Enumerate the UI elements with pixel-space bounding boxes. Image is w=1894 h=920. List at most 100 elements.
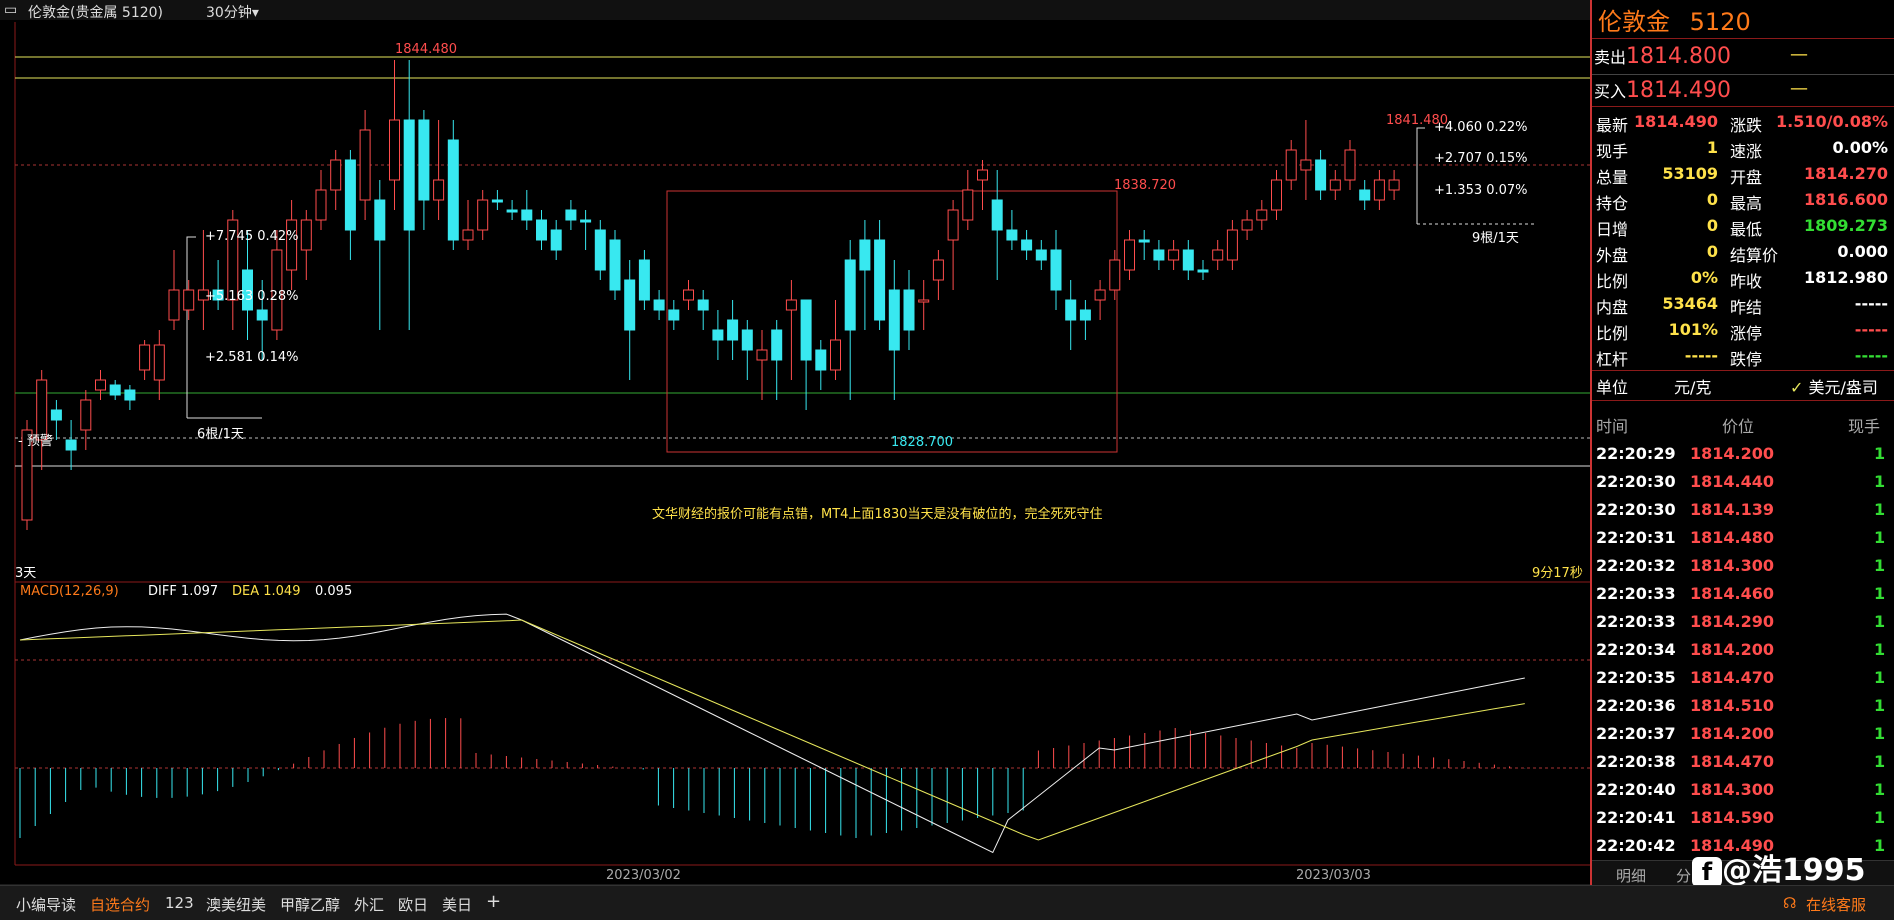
stat-value: 101% bbox=[1668, 320, 1718, 339]
tab-detail[interactable]: 明细 bbox=[1616, 865, 1646, 886]
candle-body bbox=[991, 199, 1003, 231]
candle-body bbox=[315, 189, 327, 221]
measure-box-right bbox=[1416, 127, 1425, 224]
candle-body bbox=[1271, 179, 1282, 211]
candle-body bbox=[638, 259, 650, 301]
stat-value: 1809.273 bbox=[1803, 216, 1888, 235]
window-icon[interactable]: ▭ bbox=[4, 2, 17, 18]
ticks-header-vol: 现手 bbox=[1848, 417, 1881, 436]
candle-body bbox=[712, 329, 724, 341]
tick-volume: 1 bbox=[1874, 444, 1886, 463]
period-selector[interactable]: 30分钟▾ bbox=[206, 2, 259, 22]
tick-time: 22:20:34 bbox=[1596, 640, 1676, 659]
stats-row: 日增 0 最低 1809.273 bbox=[1592, 212, 1894, 239]
stat-value: 0 bbox=[1706, 216, 1718, 235]
tick-row: 22:20:30 1814.139 1 bbox=[1592, 496, 1894, 522]
candle-body bbox=[256, 309, 268, 321]
price-chart[interactable] bbox=[0, 0, 1590, 885]
measure-right-3: +1.353 0.07% bbox=[1434, 183, 1528, 198]
candle-body bbox=[1388, 179, 1400, 191]
candle-body bbox=[785, 299, 797, 311]
candle-body bbox=[462, 229, 474, 241]
ticks-header-time: 时间 bbox=[1596, 417, 1629, 436]
tick-row: 22:20:40 1814.300 1 bbox=[1592, 776, 1894, 802]
tick-row: 22:20:32 1814.300 1 bbox=[1592, 552, 1894, 578]
add-tab-button[interactable]: + bbox=[486, 891, 501, 912]
tab-methanol[interactable]: 甲醇乙醇 bbox=[280, 894, 340, 915]
tick-row: 22:20:33 1814.460 1 bbox=[1592, 580, 1894, 606]
stat-value: 1 bbox=[1706, 138, 1718, 157]
candle-body bbox=[1256, 209, 1268, 221]
macd-diff: DIFF 1.097 bbox=[148, 584, 219, 599]
tick-row: 22:20:33 1814.290 1 bbox=[1592, 608, 1894, 634]
tick-row: 22:20:41 1814.590 1 bbox=[1592, 804, 1894, 830]
tick-price: 1814.440 bbox=[1690, 472, 1775, 491]
candle-body bbox=[536, 219, 547, 241]
macd-dea-line bbox=[19, 619, 1525, 841]
candle-body bbox=[624, 279, 636, 331]
candle-body bbox=[95, 379, 106, 391]
tab-123[interactable]: 123 bbox=[165, 894, 194, 912]
tick-time: 22:20:37 bbox=[1596, 724, 1676, 743]
facebook-icon: f bbox=[1692, 856, 1722, 887]
date-tick-1: 2023/03/02 bbox=[606, 868, 681, 883]
candle-body bbox=[1138, 239, 1150, 243]
tick-price: 1814.470 bbox=[1690, 668, 1775, 687]
unit-option[interactable]: ✓ 美元/盎司 bbox=[1790, 374, 1878, 398]
candle-body bbox=[330, 159, 342, 191]
chart-annotation: 文华财经的报价可能有点错，MT4上面1830当天是没有破位的，完全死死守住 bbox=[652, 507, 1103, 522]
tab-forex[interactable]: 外汇 bbox=[354, 894, 384, 915]
candle-body bbox=[668, 309, 680, 321]
unit-value[interactable]: 元/克 bbox=[1674, 374, 1711, 398]
candle-body bbox=[1124, 239, 1135, 271]
stats-row: 最新 1814.490 涨跌 1.510/0.08% bbox=[1592, 108, 1894, 135]
tick-time: 22:20:33 bbox=[1596, 584, 1676, 603]
candle-body bbox=[300, 219, 312, 251]
stat-value: 1.510/0.08% bbox=[1776, 112, 1888, 131]
candle-body bbox=[1300, 159, 1312, 171]
candle-body bbox=[1182, 249, 1194, 271]
online-service-link[interactable]: 在线客服 bbox=[1806, 894, 1866, 915]
measure-right-1: +4.060 0.22% bbox=[1434, 120, 1528, 135]
sell-row[interactable]: 卖出1814.800 bbox=[1594, 44, 1731, 69]
stat-value: 1814.490 bbox=[1633, 112, 1718, 131]
candle-body bbox=[918, 299, 930, 303]
stat-label: 日增 bbox=[1596, 220, 1629, 239]
tick-volume: 1 bbox=[1874, 808, 1886, 827]
tick-time: 22:20:41 bbox=[1596, 808, 1676, 827]
ticks-header-price: 价位 bbox=[1722, 417, 1755, 436]
tick-price: 1814.200 bbox=[1690, 724, 1775, 743]
stat-label: 最新 bbox=[1596, 116, 1629, 135]
unit-label: 单位 bbox=[1596, 378, 1629, 397]
candle-body bbox=[1315, 159, 1327, 191]
tab-usd-jpy[interactable]: 美日 bbox=[442, 894, 472, 915]
candle-body bbox=[1285, 149, 1297, 181]
stat-label: 现手 bbox=[1596, 142, 1629, 161]
macd-name[interactable]: MACD(12,26,9) bbox=[20, 584, 119, 599]
stat-value: ----- bbox=[1854, 346, 1888, 365]
buy-row[interactable]: 买入1814.490 bbox=[1594, 78, 1731, 103]
tab-editor-guide[interactable]: 小编导读 bbox=[16, 894, 76, 915]
stat-value: 1814.270 bbox=[1803, 164, 1888, 183]
tick-volume: 1 bbox=[1874, 836, 1886, 855]
candle-body bbox=[1094, 289, 1106, 301]
tick-price: 1814.510 bbox=[1690, 696, 1775, 715]
candle-body bbox=[609, 239, 621, 291]
stat-label: 昨结 bbox=[1730, 298, 1763, 317]
tick-time: 22:20:31 bbox=[1596, 528, 1676, 547]
candle-body bbox=[844, 259, 856, 331]
macd-histogram bbox=[19, 718, 1526, 838]
candle-body bbox=[1021, 239, 1033, 251]
tick-time: 22:20:33 bbox=[1596, 612, 1676, 631]
candle-body bbox=[1153, 249, 1165, 261]
alert-label[interactable]: - 预警 bbox=[18, 430, 53, 449]
candle-body bbox=[65, 439, 77, 451]
headset-icon[interactable]: ☊ bbox=[1783, 894, 1796, 912]
tab-aud-nzd[interactable]: 澳美纽美 bbox=[206, 894, 266, 915]
tab-watchlist[interactable]: 自选合约 bbox=[90, 894, 150, 915]
candle-body bbox=[491, 199, 503, 203]
candle-body bbox=[109, 384, 121, 396]
tab-eur-jpy[interactable]: 欧日 bbox=[398, 894, 428, 915]
candle-body bbox=[977, 169, 988, 181]
tab-time-share[interactable]: 分 bbox=[1676, 865, 1691, 886]
